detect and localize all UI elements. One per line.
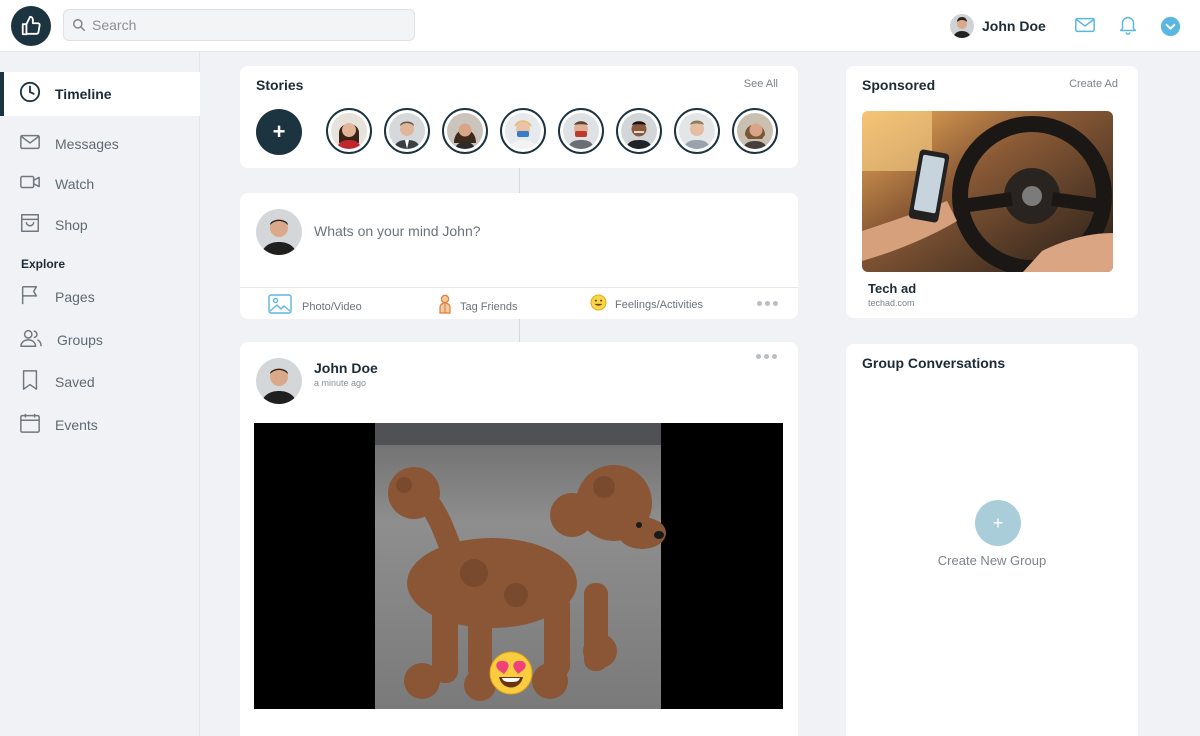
tag-friends-icon xyxy=(438,294,452,319)
clock-icon xyxy=(19,81,41,108)
photo-icon xyxy=(268,294,292,319)
post-author[interactable]: John Doe xyxy=(314,360,378,376)
flag-icon xyxy=(19,284,41,311)
add-story-button[interactable]: + xyxy=(256,109,302,155)
post-timestamp: a minute ago xyxy=(314,378,367,388)
composer-actions: Photo/Video Tag Friends Feelings/Activit… xyxy=(240,287,798,319)
sidebar-item-pages[interactable]: Pages xyxy=(0,275,200,319)
sidebar-item-label: Shop xyxy=(55,217,88,233)
sidebar-item-events[interactable]: Events xyxy=(0,403,200,447)
user-name: John Doe xyxy=(982,18,1046,34)
story-avatar[interactable] xyxy=(732,108,778,154)
top-bar: John Doe xyxy=(0,0,1200,52)
sidebar-item-shop[interactable]: Shop xyxy=(0,203,200,247)
see-all-link[interactable]: See All xyxy=(744,78,778,90)
search-box[interactable] xyxy=(63,9,415,41)
create-group-button[interactable]: + xyxy=(975,500,1021,546)
post-card: John Doe a minute ago xyxy=(240,342,798,736)
sponsored-card: Sponsored Create Ad Tech ad techad.com xyxy=(846,66,1138,318)
user-profile[interactable]: John Doe xyxy=(950,14,1046,38)
sidebar-item-saved[interactable]: Saved xyxy=(0,360,200,404)
sidebar-item-messages[interactable]: Messages xyxy=(0,122,200,166)
mail-icon[interactable] xyxy=(1074,14,1096,41)
story-avatar[interactable] xyxy=(616,108,662,154)
ad-url[interactable]: techad.com xyxy=(868,298,915,308)
sidebar-item-label: Pages xyxy=(55,289,95,305)
sidebar-item-label: Messages xyxy=(55,136,119,152)
composer-input[interactable]: Whats on your mind John? xyxy=(314,223,481,239)
sidebar-item-label: Saved xyxy=(55,374,95,390)
group-conversations-card: Group Conversations + Create New Group xyxy=(846,344,1138,736)
mail-icon xyxy=(19,131,41,158)
photo-video-button[interactable]: Photo/Video xyxy=(268,294,362,319)
calendar-icon xyxy=(19,412,41,439)
post-options-icon[interactable] xyxy=(756,354,777,359)
ad-name[interactable]: Tech ad xyxy=(868,281,916,296)
create-group-label[interactable]: Create New Group xyxy=(846,553,1138,568)
thumbs-up-logo-icon[interactable] xyxy=(11,6,51,46)
bookmark-icon xyxy=(19,369,41,396)
avatar xyxy=(950,14,974,38)
search-input[interactable] xyxy=(92,10,402,40)
story-avatar[interactable] xyxy=(500,108,546,154)
feed-connector-line xyxy=(519,319,520,342)
create-ad-link[interactable]: Create Ad xyxy=(1069,78,1118,90)
sidebar-item-label: Timeline xyxy=(55,86,112,102)
shopping-bag-icon xyxy=(19,212,41,239)
avatar[interactable] xyxy=(256,358,302,404)
avatar xyxy=(256,209,302,255)
post-image[interactable] xyxy=(254,423,783,709)
story-avatar[interactable] xyxy=(442,108,488,154)
sidebar-item-label: Groups xyxy=(57,332,103,348)
sponsored-title: Sponsored xyxy=(862,77,936,93)
sidebar-item-watch[interactable]: Watch xyxy=(0,162,200,206)
tag-friends-button[interactable]: Tag Friends xyxy=(438,294,517,319)
group-conversations-title: Group Conversations xyxy=(862,355,1006,371)
feed-connector-line xyxy=(519,168,520,193)
users-icon xyxy=(19,327,43,354)
feelings-activities-button[interactable]: Feelings/Activities xyxy=(590,294,703,316)
explore-heading: Explore xyxy=(21,257,66,271)
smiley-icon xyxy=(590,294,607,316)
post-composer: Whats on your mind John? Photo/Video Tag… xyxy=(240,193,798,319)
stories-title: Stories xyxy=(256,77,304,93)
story-avatar[interactable] xyxy=(384,108,430,154)
ad-image[interactable] xyxy=(862,111,1113,272)
sidebar-item-timeline[interactable]: Timeline xyxy=(0,72,200,116)
chevron-down-icon[interactable] xyxy=(1160,16,1181,42)
more-options-icon[interactable] xyxy=(757,301,778,306)
sidebar: Timeline Messages Watch Shop Explore Pag… xyxy=(0,52,200,736)
bell-icon[interactable] xyxy=(1117,14,1139,41)
search-icon xyxy=(72,18,86,37)
video-icon xyxy=(19,171,41,198)
stories-card: Stories See All + xyxy=(240,66,798,168)
sidebar-item-label: Watch xyxy=(55,176,95,192)
action-label: Tag Friends xyxy=(460,300,518,313)
action-label: Photo/Video xyxy=(302,300,362,313)
action-label: Feelings/Activities xyxy=(615,299,704,311)
sidebar-item-label: Events xyxy=(55,417,98,433)
sidebar-item-groups[interactable]: Groups xyxy=(0,318,200,362)
story-avatar[interactable] xyxy=(558,108,604,154)
story-avatar[interactable] xyxy=(326,108,372,154)
story-avatar[interactable] xyxy=(674,108,720,154)
